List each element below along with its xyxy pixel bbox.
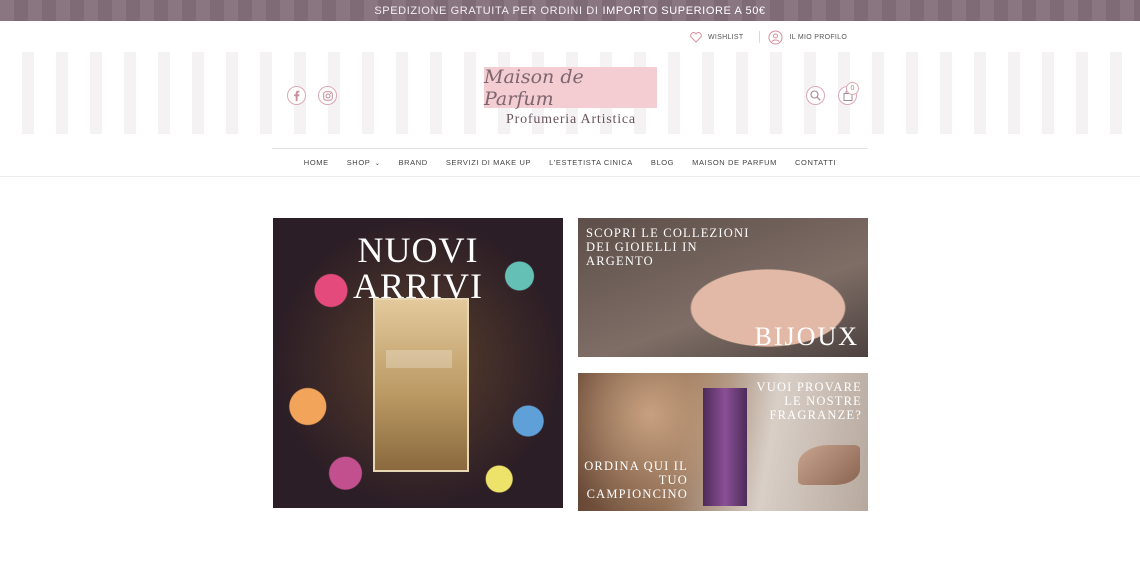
nav-estetista[interactable]: L'ESTETISTA CINICA: [549, 158, 633, 167]
facebook-icon: [294, 90, 300, 101]
perfume-label-image: [386, 350, 452, 368]
new-arrivals-line1: NUOVI: [357, 230, 479, 270]
logo-subtitle: Profumeria Artistica: [506, 112, 636, 127]
nav-contatti[interactable]: CONTATTI: [795, 158, 836, 167]
profile-label: IL MIO PROFILO: [789, 33, 848, 41]
nav-shop[interactable]: SHOP ⌄: [347, 158, 381, 167]
nav-makeup[interactable]: SERVIZI DI MAKE UP: [446, 158, 531, 167]
social-instagram[interactable]: [318, 86, 337, 105]
search-area[interactable]: [806, 86, 825, 105]
facebook-button[interactable]: [287, 86, 306, 105]
profile-link[interactable]: IL MIO PROFILO: [768, 30, 847, 45]
nav-home[interactable]: HOME: [304, 158, 329, 167]
heart-icon: [690, 31, 702, 43]
bijoux-caption: SCOPRI LE COLLEZIONI DEI GIOIELLI IN ARG…: [586, 226, 750, 268]
perfume-bottle-image: [373, 298, 469, 472]
new-arrivals-banner[interactable]: NUOVI ARRIVI: [273, 218, 563, 508]
nav-blog[interactable]: BLOG: [651, 158, 674, 167]
main-nav: HOME SHOP ⌄ BRAND SERVIZI DI MAKE UP L'E…: [272, 149, 868, 176]
fragrance-question: VUOI PROVARE LE NOSTRE FRAGRANZE?: [756, 380, 862, 422]
announcement-highlight: IMPORTO SUPERIORE A 50€: [602, 4, 766, 17]
nav-maison[interactable]: MAISON DE PARFUM: [692, 158, 777, 167]
bijoux-title: BIJOUX: [754, 322, 859, 351]
chevron-down-icon: ⌄: [374, 161, 381, 167]
logo-name: Maison de Parfum: [484, 65, 584, 110]
search-icon: [810, 90, 821, 101]
instagram-button[interactable]: [318, 86, 337, 105]
fragrance-bottle-image: [703, 388, 747, 506]
bijoux-banner[interactable]: SCOPRI LE COLLEZIONI DEI GIOIELLI IN ARG…: [578, 218, 868, 357]
nav-shop-label: SHOP: [346, 158, 371, 167]
wishlist-label: WISHLIST: [708, 33, 744, 41]
nav-divider-bottom: [0, 176, 1140, 177]
new-arrivals-title: NUOVI ARRIVI: [273, 232, 563, 304]
fragrance-sample-banner[interactable]: VUOI PROVARE LE NOSTRE FRAGRANZE? ORDINA…: [578, 373, 868, 511]
logo[interactable]: Maison de Parfum: [484, 65, 657, 110]
account-links: WISHLIST IL MIO PROFILO: [690, 28, 863, 46]
new-arrivals-line2: ARRIVI: [353, 266, 483, 306]
announcement-bar: SPEDIZIONE GRATUITA PER ORDINI DI IMPORT…: [0, 0, 1140, 21]
wishlist-link[interactable]: WISHLIST: [690, 31, 744, 43]
account-divider: [759, 31, 761, 43]
nav-brand[interactable]: BRAND: [399, 158, 428, 167]
search-button[interactable]: [806, 86, 825, 105]
user-icon: [768, 30, 783, 44]
announcement-text: SPEDIZIONE GRATUITA PER ORDINI DI: [374, 4, 599, 17]
shoe-image: [798, 445, 860, 485]
fragrance-cta: ORDINA QUI IL TUO CAMPIONCINO: [584, 459, 688, 501]
instagram-icon: [322, 90, 333, 101]
cart-count-badge: 0: [846, 82, 859, 95]
social-facebook[interactable]: [287, 86, 306, 105]
